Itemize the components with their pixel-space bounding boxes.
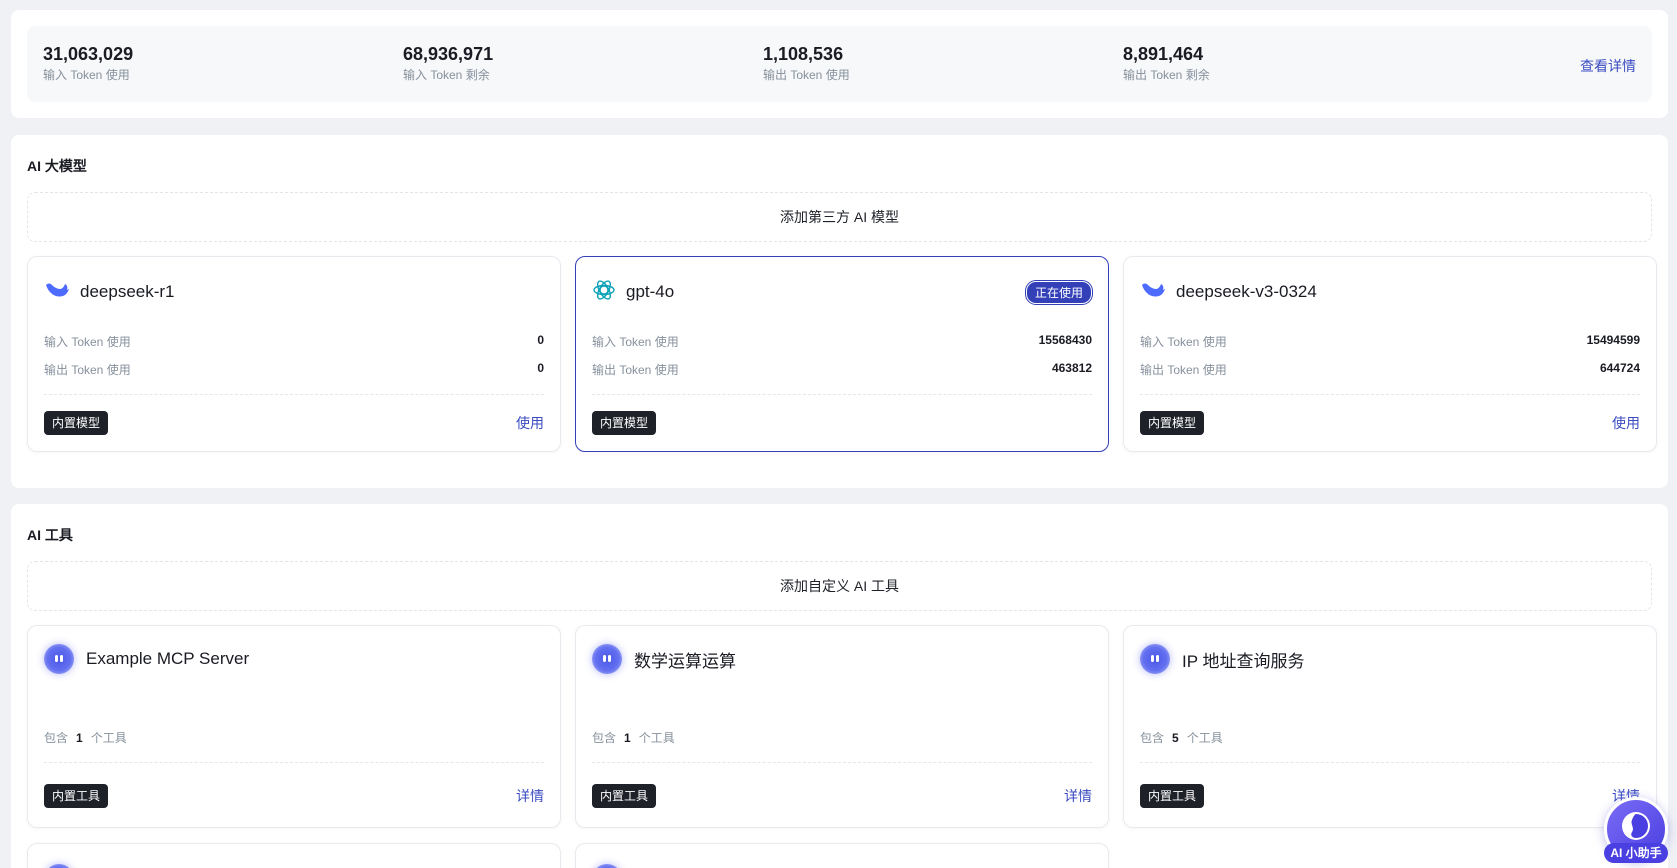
card-header: Example MCP Server bbox=[44, 644, 544, 674]
stat-label: 输入 Token 剩余 bbox=[403, 68, 490, 82]
input-token-value: 15568430 bbox=[1038, 333, 1092, 347]
tool-count: 包含 1 个工具 bbox=[592, 729, 675, 746]
count-number: 1 bbox=[76, 731, 83, 745]
tool-card-example-mcp-server[interactable]: Example MCP Server 包含 1 个工具 内置工具 详情 bbox=[27, 625, 561, 828]
model-card-gpt-4o[interactable]: gpt-4o 正在使用 输入 Token 使用 15568430 输出 Toke… bbox=[575, 256, 1109, 452]
count-number: 1 bbox=[624, 731, 631, 745]
stat-label: 输出 Token 使用 bbox=[763, 68, 850, 82]
card-header: deepseek-r1 bbox=[44, 279, 544, 305]
tool-count: 包含 5 个工具 bbox=[1140, 729, 1223, 746]
model-card-deepseek-v3-0324[interactable]: deepseek-v3-0324 输入 Token 使用 15494599 输出… bbox=[1123, 256, 1657, 452]
output-token-value: 644724 bbox=[1599, 361, 1640, 375]
builtin-model-tag: 内置模型 bbox=[44, 411, 109, 435]
builtin-tool-tag: 内置工具 bbox=[592, 784, 657, 808]
divider bbox=[44, 762, 544, 763]
input-token-row: 输入 Token 使用 0 bbox=[44, 333, 544, 350]
input-token-label: 输入 Token 使用 bbox=[44, 335, 131, 349]
count-prefix: 包含 bbox=[44, 731, 69, 745]
divider bbox=[44, 394, 544, 395]
section-title-models: AI 大模型 bbox=[27, 158, 87, 174]
tool-card-math[interactable]: 数学运算运算 包含 1 个工具 内置工具 详情 bbox=[575, 625, 1109, 828]
deepseek-whale-icon bbox=[44, 279, 70, 306]
openai-icon bbox=[592, 278, 616, 307]
use-model-button[interactable]: 使用 bbox=[1612, 413, 1640, 433]
token-stats-bar: 31,063,029 输入 Token 使用 68,936,971 输入 Tok… bbox=[27, 26, 1652, 102]
input-token-row: 输入 Token 使用 15568430 bbox=[592, 333, 1092, 350]
tool-card-ip-lookup[interactable]: IP 地址查询服务 包含 5 个工具 内置工具 详情 bbox=[1123, 625, 1657, 828]
divider bbox=[592, 762, 1092, 763]
stat-output-remaining: 8,891,464 输出 Token 剩余 bbox=[1123, 43, 1210, 83]
output-token-row: 输出 Token 使用 463812 bbox=[592, 361, 1092, 378]
tool-name: Example MCP Server bbox=[86, 649, 250, 668]
use-model-button[interactable]: 使用 bbox=[516, 413, 544, 433]
tool-card-partial[interactable] bbox=[575, 843, 1109, 868]
output-token-value: 0 bbox=[537, 361, 544, 375]
count-suffix: 个工具 bbox=[1186, 731, 1223, 745]
token-stats-panel: 31,063,029 输入 Token 使用 68,936,971 输入 Tok… bbox=[11, 10, 1668, 118]
view-details-link[interactable]: 查看详情 bbox=[1580, 56, 1636, 76]
output-token-row: 输出 Token 使用 0 bbox=[44, 361, 544, 378]
input-token-label: 输入 Token 使用 bbox=[592, 335, 679, 349]
section-title-tools: AI 工具 bbox=[27, 527, 73, 543]
ai-models-panel: AI 大模型 添加第三方 AI 模型 deepseek-r1 输入 Token … bbox=[11, 135, 1668, 488]
input-token-value: 15494599 bbox=[1586, 333, 1640, 347]
tool-count: 包含 1 个工具 bbox=[44, 729, 127, 746]
builtin-model-tag: 内置模型 bbox=[1140, 411, 1205, 435]
count-prefix: 包含 bbox=[592, 731, 617, 745]
stat-value: 8,891,464 bbox=[1123, 44, 1204, 64]
count-prefix: 包含 bbox=[1140, 731, 1165, 745]
stat-value: 68,936,971 bbox=[403, 44, 494, 64]
add-third-party-model-button[interactable]: 添加第三方 AI 模型 bbox=[27, 192, 1652, 242]
mcp-bot-icon bbox=[44, 864, 74, 868]
divider bbox=[592, 394, 1092, 395]
stat-input-used: 31,063,029 输入 Token 使用 bbox=[43, 43, 133, 83]
card-header: deepseek-v3-0324 bbox=[1140, 279, 1640, 305]
card-header: gpt-4o 正在使用 bbox=[592, 279, 1092, 305]
output-token-row: 输出 Token 使用 644724 bbox=[1140, 361, 1640, 378]
stat-value: 1,108,536 bbox=[763, 44, 844, 64]
stat-output-used: 1,108,536 输出 Token 使用 bbox=[763, 43, 850, 83]
mcp-bot-icon bbox=[44, 644, 74, 674]
builtin-model-tag: 内置模型 bbox=[592, 411, 657, 435]
model-name: deepseek-v3-0324 bbox=[1176, 282, 1317, 301]
ai-tools-panel: AI 工具 添加自定义 AI 工具 Example MCP Server 包含 1… bbox=[11, 504, 1668, 868]
tool-name: IP 地址查询服务 bbox=[1182, 651, 1305, 671]
stat-label: 输入 Token 使用 bbox=[43, 68, 130, 82]
add-custom-tool-button[interactable]: 添加自定义 AI 工具 bbox=[27, 561, 1652, 611]
tool-card-partial[interactable] bbox=[27, 843, 561, 868]
output-token-label: 输出 Token 使用 bbox=[44, 363, 131, 377]
tool-details-button[interactable]: 详情 bbox=[1064, 786, 1092, 806]
mcp-bot-icon bbox=[592, 864, 622, 868]
model-name: gpt-4o bbox=[626, 282, 675, 301]
model-card-deepseek-r1[interactable]: deepseek-r1 输入 Token 使用 0 输出 Token 使用 0 … bbox=[27, 256, 561, 452]
count-number: 5 bbox=[1172, 731, 1179, 745]
input-token-value: 0 bbox=[537, 333, 544, 347]
stat-value: 31,063,029 bbox=[43, 44, 134, 64]
output-token-label: 输出 Token 使用 bbox=[592, 363, 679, 377]
builtin-tool-tag: 内置工具 bbox=[1140, 784, 1205, 808]
count-suffix: 个工具 bbox=[90, 731, 127, 745]
count-suffix: 个工具 bbox=[638, 731, 675, 745]
deepseek-whale-icon bbox=[1140, 279, 1166, 306]
ai-assistant-label[interactable]: AI 小助手 bbox=[1604, 843, 1668, 863]
builtin-tool-tag: 内置工具 bbox=[44, 784, 109, 808]
mcp-bot-icon bbox=[1140, 644, 1170, 674]
model-name: deepseek-r1 bbox=[80, 282, 175, 301]
divider bbox=[1140, 394, 1640, 395]
output-token-label: 输出 Token 使用 bbox=[1140, 363, 1227, 377]
input-token-label: 输入 Token 使用 bbox=[1140, 335, 1227, 349]
tool-name: 数学运算运算 bbox=[634, 651, 736, 671]
tool-details-button[interactable]: 详情 bbox=[516, 786, 544, 806]
stat-label: 输出 Token 剩余 bbox=[1123, 68, 1210, 82]
card-header: 数学运算运算 bbox=[592, 644, 1092, 674]
in-use-badge: 正在使用 bbox=[1025, 280, 1092, 304]
stat-input-remaining: 68,936,971 输入 Token 剩余 bbox=[403, 43, 493, 83]
divider bbox=[1140, 762, 1640, 763]
card-header: IP 地址查询服务 bbox=[1140, 644, 1640, 674]
mcp-bot-icon bbox=[592, 644, 622, 674]
output-token-value: 463812 bbox=[1051, 361, 1092, 375]
input-token-row: 输入 Token 使用 15494599 bbox=[1140, 333, 1640, 350]
